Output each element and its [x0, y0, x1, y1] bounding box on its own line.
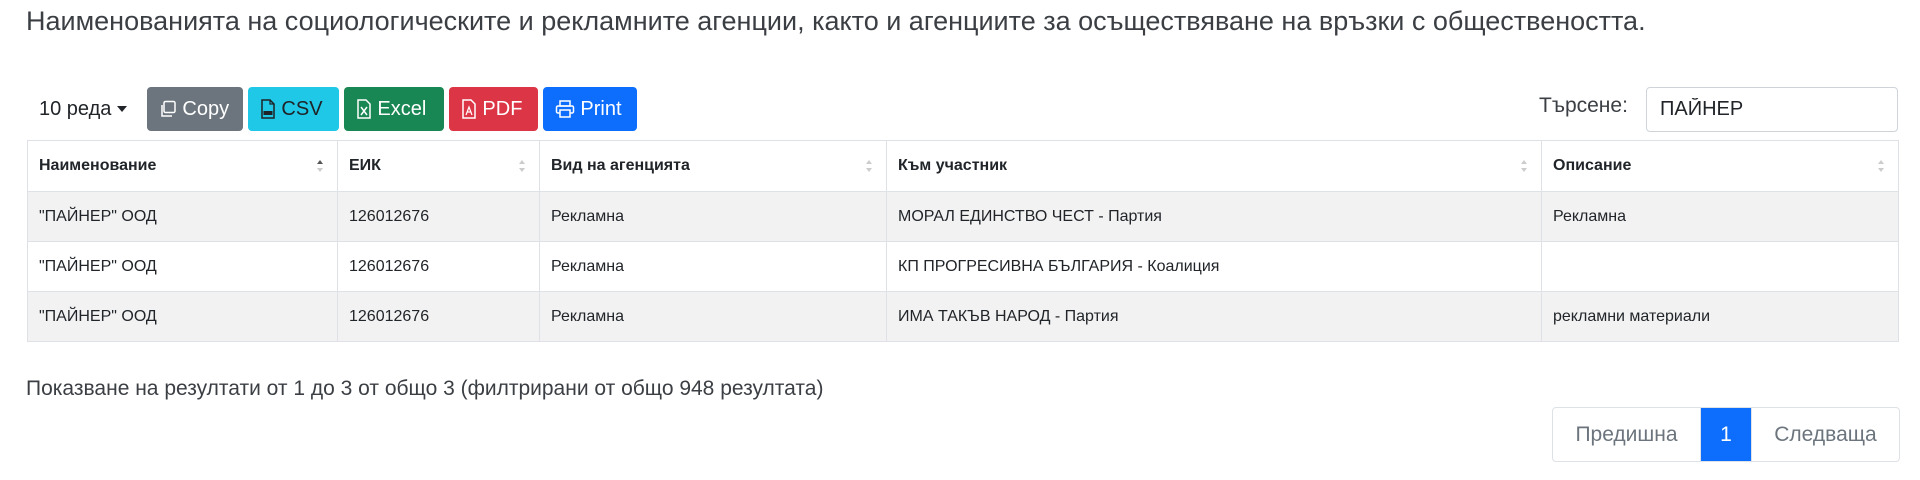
printer-icon [556, 100, 575, 118]
column-header-agency-type[interactable]: Вид на агенцията [539, 140, 887, 192]
column-header-label: Описание [1553, 157, 1632, 174]
column-header-label: Наименование [39, 157, 157, 174]
rows-per-page-label: 10 реда [39, 97, 112, 120]
cell-agency-type: Рекламна [539, 241, 887, 292]
column-header-eik[interactable]: ЕИК [337, 140, 540, 192]
pagination: Предишна 1 Следваща [1552, 407, 1900, 462]
cell-name: "ПАЙНЕР" ООД [27, 241, 338, 292]
table-row: "ПАЙНЕР" ООД 126012676 Рекламна ИМА ТАКЪ… [27, 291, 1899, 342]
page-title: Наименованията на социологическите и рек… [26, 6, 1646, 36]
column-header-description[interactable]: Описание [1541, 140, 1899, 192]
sort-icon [866, 160, 872, 172]
pdf-button-label: PDF [482, 97, 523, 120]
copy-button[interactable]: Copy [147, 87, 244, 131]
search-label: Търсене: [1539, 94, 1628, 117]
next-page-button[interactable]: Следваща [1751, 408, 1899, 461]
csv-button[interactable]: CSV [248, 87, 340, 131]
column-header-participant[interactable]: Към участник [886, 140, 1542, 192]
sort-icon [1878, 160, 1884, 172]
cell-agency-type: Рекламна [539, 191, 887, 242]
sort-icon [519, 160, 525, 172]
csv-button-label: CSV [281, 97, 323, 120]
search-input[interactable] [1646, 87, 1898, 132]
cell-name: "ПАЙНЕР" ООД [27, 291, 338, 342]
copy-button-label: Copy [182, 97, 230, 120]
page-1-button[interactable]: 1 [1701, 408, 1751, 461]
column-header-label: Вид на агенцията [551, 157, 690, 174]
cell-participant: ИМА ТАКЪВ НАРОД - Партия [886, 291, 1542, 342]
cell-description: Рекламна [1541, 191, 1899, 242]
column-header-label: ЕИК [349, 157, 381, 174]
csv-file-icon [261, 99, 276, 119]
cell-eik: 126012676 [337, 291, 540, 342]
results-info: Показване на резултати от 1 до 3 от общо… [26, 377, 824, 400]
cell-eik: 126012676 [337, 241, 540, 292]
table-row: "ПАЙНЕР" ООД 126012676 Рекламна МОРАЛ ЕД… [27, 191, 1899, 242]
excel-button[interactable]: Excel [344, 87, 445, 131]
pdf-file-icon [462, 99, 477, 119]
caret-down-icon [117, 106, 128, 112]
table-toolbar: 10 реда Copy CSV Excel PDF Print [27, 87, 642, 131]
table-header-row: Наименование ЕИК Вид на агенцията Към уч… [27, 140, 1899, 192]
copy-icon [161, 100, 177, 117]
table-row: "ПАЙНЕР" ООД 126012676 Рекламна КП ПРОГР… [27, 241, 1899, 292]
column-header-label: Към участник [898, 157, 1008, 174]
cell-name: "ПАЙНЕР" ООД [27, 191, 338, 242]
excel-file-icon [357, 99, 372, 119]
print-button-label: Print [580, 97, 622, 120]
cell-description: рекламни материали [1541, 291, 1899, 342]
pdf-button[interactable]: PDF [449, 87, 539, 131]
print-button[interactable]: Print [543, 87, 638, 131]
column-header-name[interactable]: Наименование [27, 140, 338, 192]
sort-icon [1521, 160, 1527, 172]
cell-participant: КП ПРОГРЕСИВНА БЪЛГАРИЯ - Коалиция [886, 241, 1542, 292]
cell-participant: МОРАЛ ЕДИНСТВО ЧЕСТ - Партия [886, 191, 1542, 242]
excel-button-label: Excel [377, 97, 427, 120]
sort-ascending-icon [317, 160, 323, 172]
rows-per-page-dropdown[interactable]: 10 реда [39, 97, 128, 121]
cell-agency-type: Рекламна [539, 291, 887, 342]
cell-description [1541, 241, 1899, 292]
agencies-table: Наименование ЕИК Вид на агенцията Към уч… [27, 140, 1899, 342]
cell-eik: 126012676 [337, 191, 540, 242]
previous-page-button[interactable]: Предишна [1553, 408, 1701, 461]
